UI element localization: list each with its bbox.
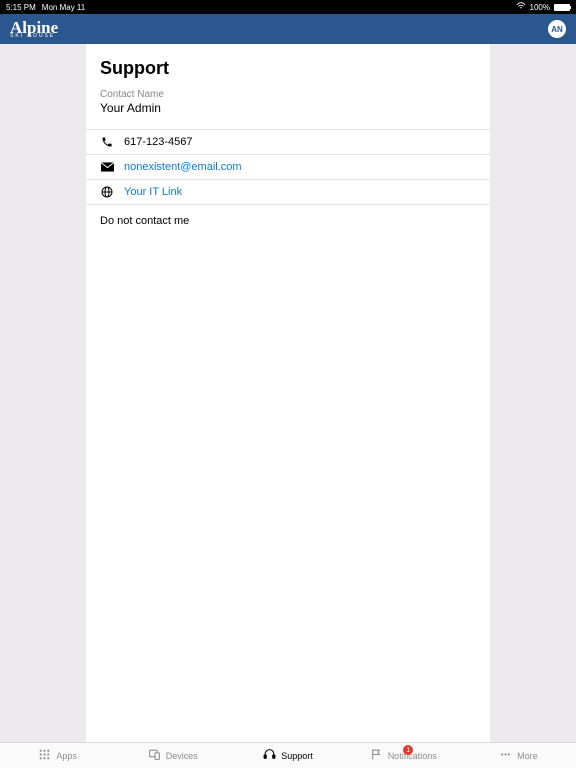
tab-label: Devices bbox=[166, 751, 198, 761]
battery-icon bbox=[554, 4, 570, 11]
support-panel: Support Contact Name Your Admin 617-123-… bbox=[86, 44, 490, 742]
avatar[interactable]: AN bbox=[548, 20, 566, 38]
tab-more[interactable]: More bbox=[461, 743, 576, 768]
status-bar: 5:15 PM Mon May 11 100% bbox=[0, 0, 576, 14]
contact-name-label: Contact Name bbox=[100, 89, 476, 100]
tab-bar: Apps Devices Support 1 Notifications Mor… bbox=[0, 742, 576, 768]
email-row[interactable]: nonexistent@email.com bbox=[86, 155, 490, 180]
apps-icon bbox=[38, 748, 51, 763]
support-icon bbox=[263, 748, 276, 763]
battery-pct: 100% bbox=[530, 3, 550, 12]
wifi-icon bbox=[516, 2, 526, 12]
tab-notifications[interactable]: 1 Notifications bbox=[346, 743, 461, 768]
tab-support[interactable]: Support bbox=[230, 743, 345, 768]
email-link[interactable]: nonexistent@email.com bbox=[124, 161, 242, 173]
tab-devices[interactable]: Devices bbox=[115, 743, 230, 768]
content-area: Support Contact Name Your Admin 617-123-… bbox=[0, 44, 576, 742]
tab-label: Support bbox=[281, 751, 313, 761]
note-text: Do not contact me bbox=[86, 205, 490, 237]
tab-label: More bbox=[517, 751, 538, 761]
phone-icon bbox=[100, 136, 114, 148]
globe-icon bbox=[100, 186, 114, 198]
brand-logo: Alpine SKI HOUSE bbox=[10, 19, 58, 39]
more-icon bbox=[499, 748, 512, 763]
weblink-row[interactable]: Your IT Link bbox=[86, 180, 490, 205]
tab-apps[interactable]: Apps bbox=[0, 743, 115, 768]
status-date: Mon May 11 bbox=[42, 3, 85, 12]
contact-list: 617-123-4567 nonexistent@email.com Your … bbox=[86, 129, 490, 205]
email-icon bbox=[100, 162, 114, 172]
phone-text: 617-123-4567 bbox=[124, 136, 193, 148]
devices-icon bbox=[148, 748, 161, 763]
app-header: Alpine SKI HOUSE AN bbox=[0, 14, 576, 44]
phone-row[interactable]: 617-123-4567 bbox=[86, 130, 490, 155]
status-time: 5:15 PM bbox=[6, 3, 36, 12]
page-title: Support bbox=[100, 58, 476, 79]
flag-icon bbox=[370, 748, 383, 763]
tab-label: Apps bbox=[56, 751, 77, 761]
it-link[interactable]: Your IT Link bbox=[124, 186, 182, 198]
brand-subtitle: SKI HOUSE bbox=[10, 34, 58, 39]
contact-name-value: Your Admin bbox=[100, 101, 476, 115]
